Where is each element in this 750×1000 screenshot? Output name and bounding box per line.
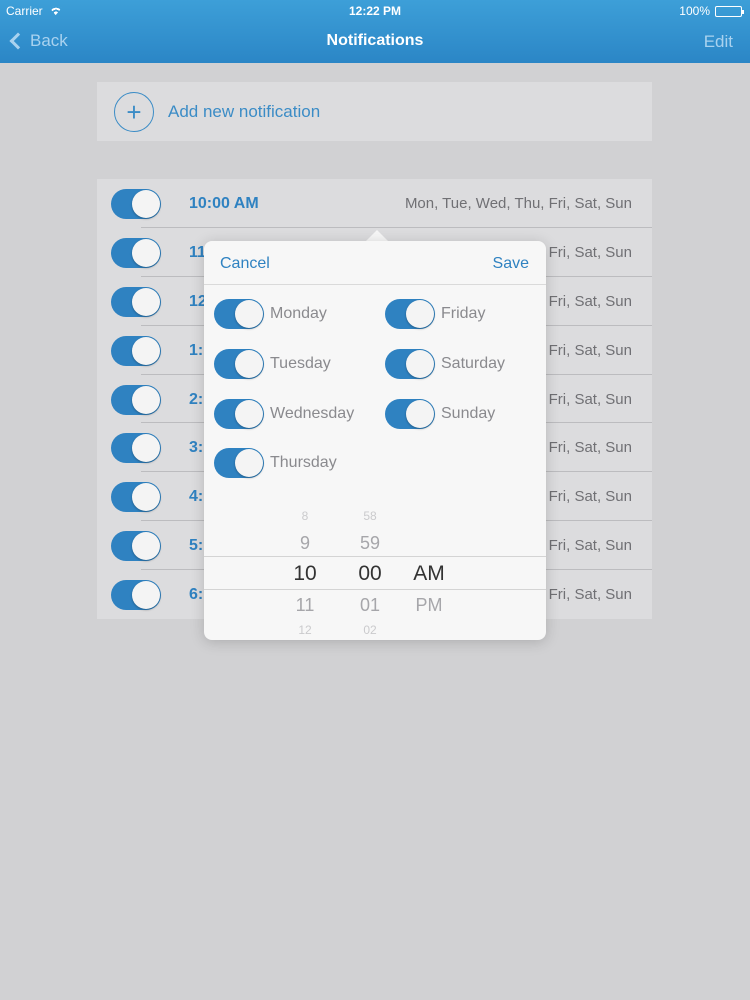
- day-label: Friday: [441, 305, 486, 322]
- add-notification-button[interactable]: + Add new notification: [97, 82, 652, 141]
- hour-selected: 10: [293, 562, 317, 585]
- day-sunday[interactable]: Sunday: [385, 399, 495, 429]
- day-label: Tuesday: [270, 355, 331, 372]
- plus-icon: +: [114, 91, 154, 132]
- popover-header: Cancel Save: [204, 241, 546, 285]
- notification-toggle[interactable]: [111, 335, 161, 366]
- list-item[interactable]: 10:00 AM Mon, Tue, Wed, Thu, Fri, Sat, S…: [111, 179, 652, 228]
- day-label: Monday: [270, 305, 327, 322]
- day-saturday[interactable]: Saturday: [385, 349, 505, 379]
- period-option: PM: [415, 595, 443, 615]
- notification-toggle[interactable]: [111, 482, 161, 513]
- notification-toggle[interactable]: [111, 286, 161, 317]
- notification-days: Fri, Sat, Sun: [548, 341, 632, 359]
- hour-option: 11: [295, 595, 315, 615]
- notification-toggle[interactable]: [111, 384, 161, 415]
- day-wednesday[interactable]: Wednesday: [214, 399, 354, 429]
- status-bar: Carrier 12:22 PM 100%: [0, 0, 750, 20]
- notification-days: Fri, Sat, Sun: [548, 292, 632, 310]
- notification-toggle[interactable]: [111, 580, 161, 611]
- notification-time: 1:: [189, 341, 204, 359]
- battery-percent: 100%: [679, 4, 710, 18]
- thursday-toggle[interactable]: [214, 448, 264, 478]
- day-monday[interactable]: Monday: [214, 299, 327, 329]
- time-picker[interactable]: 8 9 10 11 12 58 59 00 01 02 AM PM: [204, 509, 546, 640]
- notification-days: Fri, Sat, Sun: [548, 537, 632, 555]
- edit-button[interactable]: Edit: [704, 32, 733, 52]
- sunday-toggle[interactable]: [385, 399, 435, 429]
- day-label: Saturday: [441, 355, 506, 372]
- edit-notification-popover: Cancel Save Monday Tuesday Wednesday Thu…: [204, 241, 546, 640]
- notification-days: Fri, Sat, Sun: [548, 390, 632, 408]
- period-selected: AM: [413, 562, 445, 585]
- notification-time: 10:00 AM: [189, 195, 259, 212]
- day-tuesday[interactable]: Tuesday: [214, 349, 331, 379]
- hour-option: 8: [301, 509, 309, 523]
- notification-toggle[interactable]: [111, 237, 161, 268]
- minute-option: 58: [363, 509, 377, 523]
- saturday-toggle[interactable]: [385, 349, 435, 379]
- day-label: Thursday: [270, 454, 337, 471]
- notification-days: Fri, Sat, Sun: [548, 488, 632, 506]
- battery-indicator: 100%: [679, 4, 744, 18]
- minute-selected: 00: [358, 562, 382, 585]
- hour-option: 12: [298, 623, 312, 637]
- day-label: Wednesday: [270, 405, 355, 422]
- notification-days: Mon, Tue, Wed, Thu, Fri, Sat, Sun: [404, 195, 632, 212]
- popover-arrow: [366, 230, 388, 241]
- notification-toggle[interactable]: [111, 189, 161, 219]
- notification-toggle[interactable]: [111, 433, 161, 464]
- day-label: Sunday: [441, 405, 496, 422]
- cancel-button[interactable]: Cancel: [220, 255, 270, 273]
- notification-days: Fri, Sat, Sun: [548, 586, 632, 604]
- notification-time: 5:: [189, 537, 204, 555]
- day-friday[interactable]: Friday: [385, 299, 485, 329]
- notification-time: 2:: [189, 390, 204, 408]
- save-button[interactable]: Save: [493, 255, 529, 273]
- monday-toggle[interactable]: [214, 299, 264, 329]
- tuesday-toggle[interactable]: [214, 349, 264, 379]
- navigation-bar: Carrier 12:22 PM 100% Back Notifications…: [0, 0, 750, 63]
- minute-option: 01: [359, 595, 381, 615]
- wednesday-toggle[interactable]: [214, 399, 264, 429]
- add-notification-label: Add new notification: [168, 101, 321, 121]
- day-thursday[interactable]: Thursday: [214, 448, 337, 478]
- notification-toggle[interactable]: [111, 531, 161, 562]
- battery-icon: [715, 5, 744, 17]
- notification-days: Fri, Sat, Sun: [548, 439, 632, 457]
- notification-time: 4:: [189, 488, 204, 506]
- status-time: 12:22 PM: [348, 4, 402, 18]
- hour-option: 9: [299, 533, 310, 553]
- minute-option: 59: [359, 533, 381, 553]
- notification-time: 6:: [189, 586, 204, 604]
- minute-option: 02: [363, 623, 377, 637]
- friday-toggle[interactable]: [385, 299, 435, 329]
- notification-time: 3:: [189, 439, 204, 457]
- notification-days: Fri, Sat, Sun: [548, 243, 632, 261]
- page-title: Notifications: [326, 32, 424, 49]
